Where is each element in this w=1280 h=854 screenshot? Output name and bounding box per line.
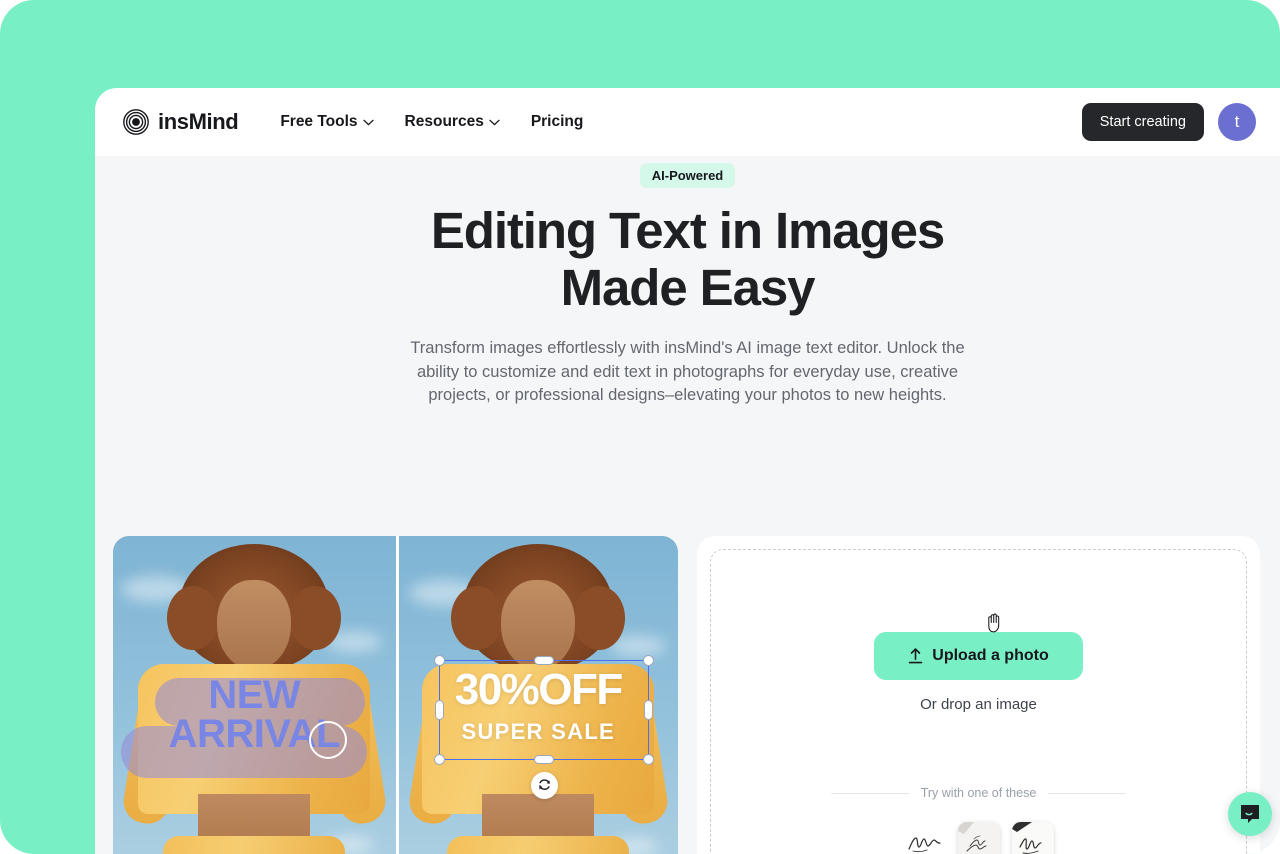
logo-text: insMind: [158, 109, 239, 134]
app-panel: insMind Free Tools Resources Pricing Sta…: [95, 88, 1280, 854]
site-header: insMind Free Tools Resources Pricing Sta…: [95, 88, 1280, 156]
nav-item-free-tools[interactable]: Free Tools: [280, 113, 374, 131]
try-samples-label: Try with one of these: [920, 786, 1037, 800]
pants: [163, 836, 346, 854]
content-row: NEW ARRIVAL Before: [95, 468, 1280, 854]
signature-sample-1-icon: [907, 837, 941, 853]
page-title: Editing Text in Images Made Easy: [95, 202, 1280, 316]
resize-handle-top-left[interactable]: [433, 655, 445, 666]
resize-handle-bottom-middle[interactable]: [533, 755, 554, 764]
after-pane: 30%OFF SUPER SALE: [395, 536, 678, 854]
hero-subtitle: Transform images effortlessly with insMi…: [410, 339, 965, 405]
divider-line-left: [830, 792, 909, 794]
headline-line-2: Made Easy: [560, 259, 816, 317]
resize-handle-middle-right[interactable]: [643, 700, 653, 720]
handwriting-sample-2-icon: [957, 822, 1000, 854]
face: [217, 580, 292, 670]
nav-label: Free Tools: [280, 113, 358, 130]
before-after-comparison: NEW ARRIVAL Before: [113, 536, 678, 854]
hero-section: AI-Powered Editing Text in Images Made E…: [95, 156, 1280, 407]
grab-hand-cursor-icon: [987, 613, 999, 633]
chat-bubble-icon: [1241, 805, 1259, 823]
chevron-down-icon: [362, 119, 374, 125]
try-samples-divider: Try with one of these: [697, 786, 1260, 800]
resize-handle-middle-left[interactable]: [434, 700, 444, 720]
upload-photo-button[interactable]: Upload a photo: [874, 613, 1083, 680]
pants: [447, 836, 630, 854]
nav-item-resources[interactable]: Resources: [405, 113, 500, 131]
resize-handle-top-right[interactable]: [642, 655, 654, 666]
nav-label: Resources: [404, 113, 484, 130]
before-overlay-text: NEW ARRIVAL: [113, 673, 396, 757]
sample-thumbnail-3[interactable]: [1011, 822, 1054, 854]
text-selection-box[interactable]: [433, 655, 654, 799]
before-pane: NEW ARRIVAL Before: [113, 536, 396, 854]
chevron-down-icon: [489, 119, 500, 125]
divider-line-right: [1048, 792, 1127, 794]
drop-hint-text: Or drop an image: [920, 696, 1037, 713]
upload-arrow-icon: [909, 648, 923, 664]
before-text-line-2: ARRIVAL: [168, 712, 341, 757]
resize-handle-bottom-left[interactable]: [433, 754, 445, 765]
resize-handle-bottom-right[interactable]: [642, 754, 654, 765]
upload-card: Upload a photo Or drop an image Try with…: [697, 536, 1260, 854]
before-text-line-1: NEW: [208, 673, 301, 717]
concentric-rings-icon: [123, 109, 149, 135]
chat-widget-button[interactable]: [1228, 792, 1272, 836]
start-creating-button[interactable]: Start creating: [1081, 103, 1204, 141]
nav-item-pricing[interactable]: Pricing: [531, 113, 584, 131]
sample-thumbnails: [697, 822, 1260, 854]
upload-button-label: Upload a photo: [932, 647, 1049, 664]
upload-area: Upload a photo Or drop an image: [697, 613, 1260, 713]
header-actions: Start creating t: [1081, 103, 1256, 141]
ai-powered-badge: AI-Powered: [639, 163, 736, 188]
resize-handle-top-middle[interactable]: [533, 656, 554, 665]
brush-circle-icon: [309, 721, 347, 759]
logo[interactable]: insMind: [123, 109, 239, 135]
user-avatar[interactable]: t: [1218, 103, 1256, 141]
headline-line-1: Editing Text in Images: [430, 202, 945, 259]
nav-label: Pricing: [530, 113, 584, 130]
rotate-handle-button[interactable]: [530, 772, 558, 799]
main-nav: Free Tools Resources Pricing: [280, 113, 583, 131]
sample-thumbnail-1[interactable]: [903, 822, 946, 854]
sample-thumbnail-2[interactable]: [957, 822, 1000, 854]
signature-sample-3-icon: [1011, 822, 1054, 854]
rotate-icon: [538, 779, 550, 790]
page-frame: insMind Free Tools Resources Pricing Sta…: [0, 0, 1280, 854]
